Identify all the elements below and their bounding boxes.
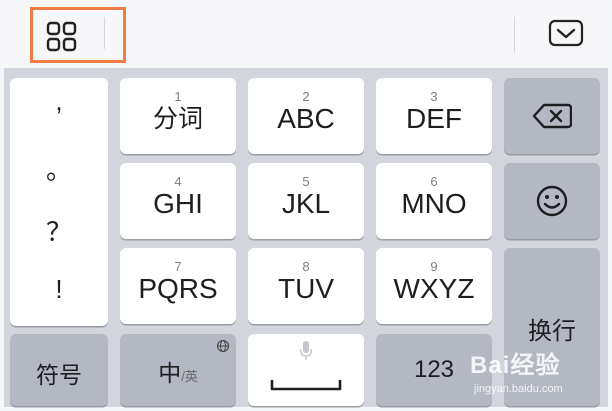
keyboard-toolbar: [4, 2, 608, 69]
punct-exclaim[interactable]: !: [10, 274, 108, 305]
key-number: 4: [174, 174, 182, 189]
chevron-down-box-icon: [548, 19, 584, 47]
menu-grid-button[interactable]: [30, 7, 126, 63]
punct-period[interactable]: 。: [10, 150, 108, 187]
key-9-wxyz[interactable]: 9 WXYZ: [376, 248, 492, 324]
emoji-key[interactable]: [504, 163, 600, 239]
key-number: 9: [430, 259, 438, 274]
key-6-mno[interactable]: 6 MNO: [376, 163, 492, 239]
key-label: GHI: [153, 188, 203, 219]
grid-icon: [46, 21, 77, 52]
backspace-key[interactable]: [504, 78, 600, 154]
key-label: 分词: [152, 105, 203, 133]
enter-label: 换行: [528, 318, 576, 345]
key-label: TUV: [278, 273, 334, 304]
key-8-tuv[interactable]: 8 TUV: [248, 248, 364, 324]
key-4-ghi[interactable]: 4 GHI: [120, 163, 236, 239]
key-number: 8: [302, 259, 310, 274]
punctuation-column[interactable]: , 。 ？ !: [10, 78, 108, 326]
space-key[interactable]: [248, 334, 364, 406]
toolbar-divider-right: [514, 17, 515, 53]
lang-main-label: 中: [158, 360, 182, 386]
key-label: ABC: [277, 103, 335, 134]
toolbar-divider: [104, 17, 105, 49]
symbols-label: 符号: [36, 362, 82, 388]
symbols-key[interactable]: 符号: [10, 334, 108, 406]
microphone-icon: [299, 341, 313, 360]
key-label: MNO: [401, 188, 467, 219]
watermark-logo: Bai经验: [470, 352, 561, 379]
backspace-icon: [532, 103, 572, 129]
key-label: WXYZ: [393, 273, 475, 304]
key-label: PQRS: [138, 273, 218, 304]
watermark-url: jingyan.baidu.com: [474, 383, 563, 395]
language-switch-key[interactable]: 中/英: [120, 334, 236, 406]
space-bar-icon: [270, 380, 342, 391]
collapse-keyboard-button[interactable]: [548, 19, 584, 52]
key-label: JKL: [281, 188, 331, 219]
watermark: Bai经验 jingyan.baidu.com: [470, 345, 600, 405]
key-number: 6: [430, 174, 438, 189]
key-number: 5: [302, 174, 310, 189]
keyboard-frame: , 。 ？ ! 1 分词 2 ABC 3 DEF 4 GHI 5 JKL 6 M…: [0, 0, 612, 411]
key-number: 1: [174, 89, 182, 104]
language-label: 中/英: [120, 354, 236, 388]
key-number: 2: [302, 89, 310, 104]
key-5-jkl[interactable]: 5 JKL: [248, 163, 364, 239]
smiley-icon: [536, 185, 568, 217]
key-2-abc[interactable]: 2 ABC: [248, 78, 364, 154]
punct-question[interactable]: ？: [10, 212, 108, 249]
lang-alt-label: /英: [181, 369, 198, 384]
globe-icon: [216, 339, 230, 353]
key-3-def[interactable]: 3 DEF: [376, 78, 492, 154]
key-label: DEF: [406, 103, 462, 134]
key-number: 7: [174, 259, 182, 274]
key-7-pqrs[interactable]: 7 PQRS: [120, 248, 236, 324]
punct-comma[interactable]: ,: [10, 86, 108, 117]
key-number: 3: [430, 89, 438, 104]
key-1-fenci[interactable]: 1 分词: [120, 78, 236, 154]
